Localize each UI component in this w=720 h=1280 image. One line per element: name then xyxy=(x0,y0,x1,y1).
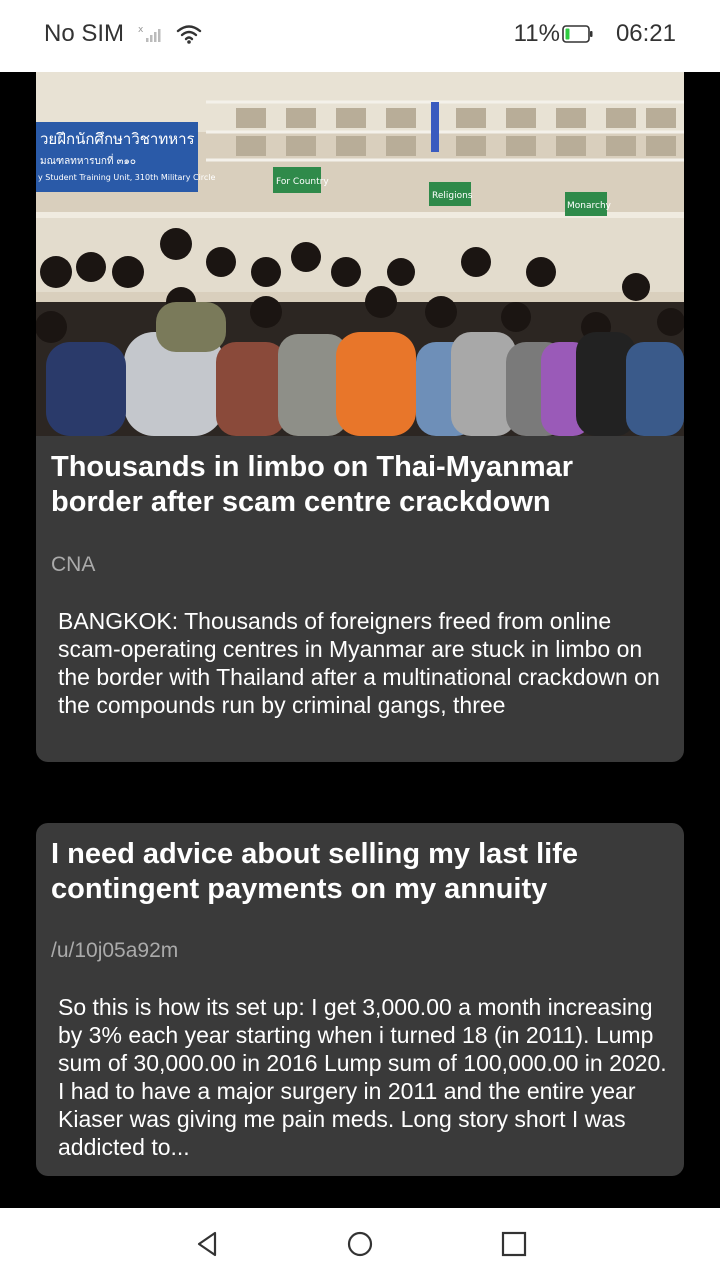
news-card-source: /u/10j05a92m xyxy=(51,939,179,962)
sign-religions: Religions xyxy=(432,191,473,201)
carrier-label: No SIM xyxy=(44,20,125,47)
svg-text:x: x xyxy=(138,25,144,35)
news-card[interactable]: I need advice about selling my last life… xyxy=(36,823,684,1176)
clock: 06:21 xyxy=(615,20,676,47)
navigation-bar xyxy=(0,1208,720,1280)
news-card-excerpt: So this is how its set up: I get 3,000.0… xyxy=(58,994,667,1160)
recents-square-icon[interactable] xyxy=(500,1230,528,1258)
news-card-image[interactable]: วยฝึกนักศึกษาวิชาทหาร มณฑลทหารบกที่ ๓๑๐ … xyxy=(36,72,684,436)
crowd-photo: วยฝึกนักศึกษาวิชาทหาร มณฑลทหารบกที่ ๓๑๐ … xyxy=(36,72,684,436)
building-sign-line2: มณฑลทหารบกที่ ๓๑๐ xyxy=(40,153,136,167)
sign-for-country: For Country xyxy=(276,177,329,187)
news-card-excerpt: BANGKOK: Thousands of foreigners freed f… xyxy=(58,608,660,718)
home-circle-icon[interactable] xyxy=(346,1230,374,1258)
news-feed[interactable]: วยฝึกนักศึกษาวิชาทหาร มณฑลทหารบกที่ ๓๑๐ … xyxy=(0,72,720,1208)
news-card-title[interactable]: Thousands in limbo on Thai-Myanmar borde… xyxy=(51,450,669,520)
back-triangle-icon[interactable] xyxy=(194,1230,222,1258)
signal-icon: x xyxy=(138,25,161,42)
status-bar: No SIM x 11% 06:21 xyxy=(0,0,720,72)
battery-icon xyxy=(562,25,593,43)
news-card-title[interactable]: I need advice about selling my last life… xyxy=(51,837,669,907)
building-sign-line1: วยฝึกนักศึกษาวิชาทหาร xyxy=(40,130,195,148)
battery-indicator: 11% xyxy=(514,20,594,48)
news-card[interactable]: วยฝึกนักศึกษาวิชาทหาร มณฑลทหารบกที่ ๓๑๐ … xyxy=(36,72,684,762)
building-sign-line3: y Student Training Unit, 310th Military … xyxy=(38,173,216,182)
battery-percent: 11% xyxy=(513,20,560,47)
status-right: 11% 06:21 xyxy=(514,20,676,48)
status-left: No SIM x xyxy=(44,20,202,48)
wifi-icon xyxy=(176,25,202,44)
news-card-source: CNA xyxy=(51,553,96,576)
sign-monarchy: Monarchy xyxy=(567,201,612,211)
